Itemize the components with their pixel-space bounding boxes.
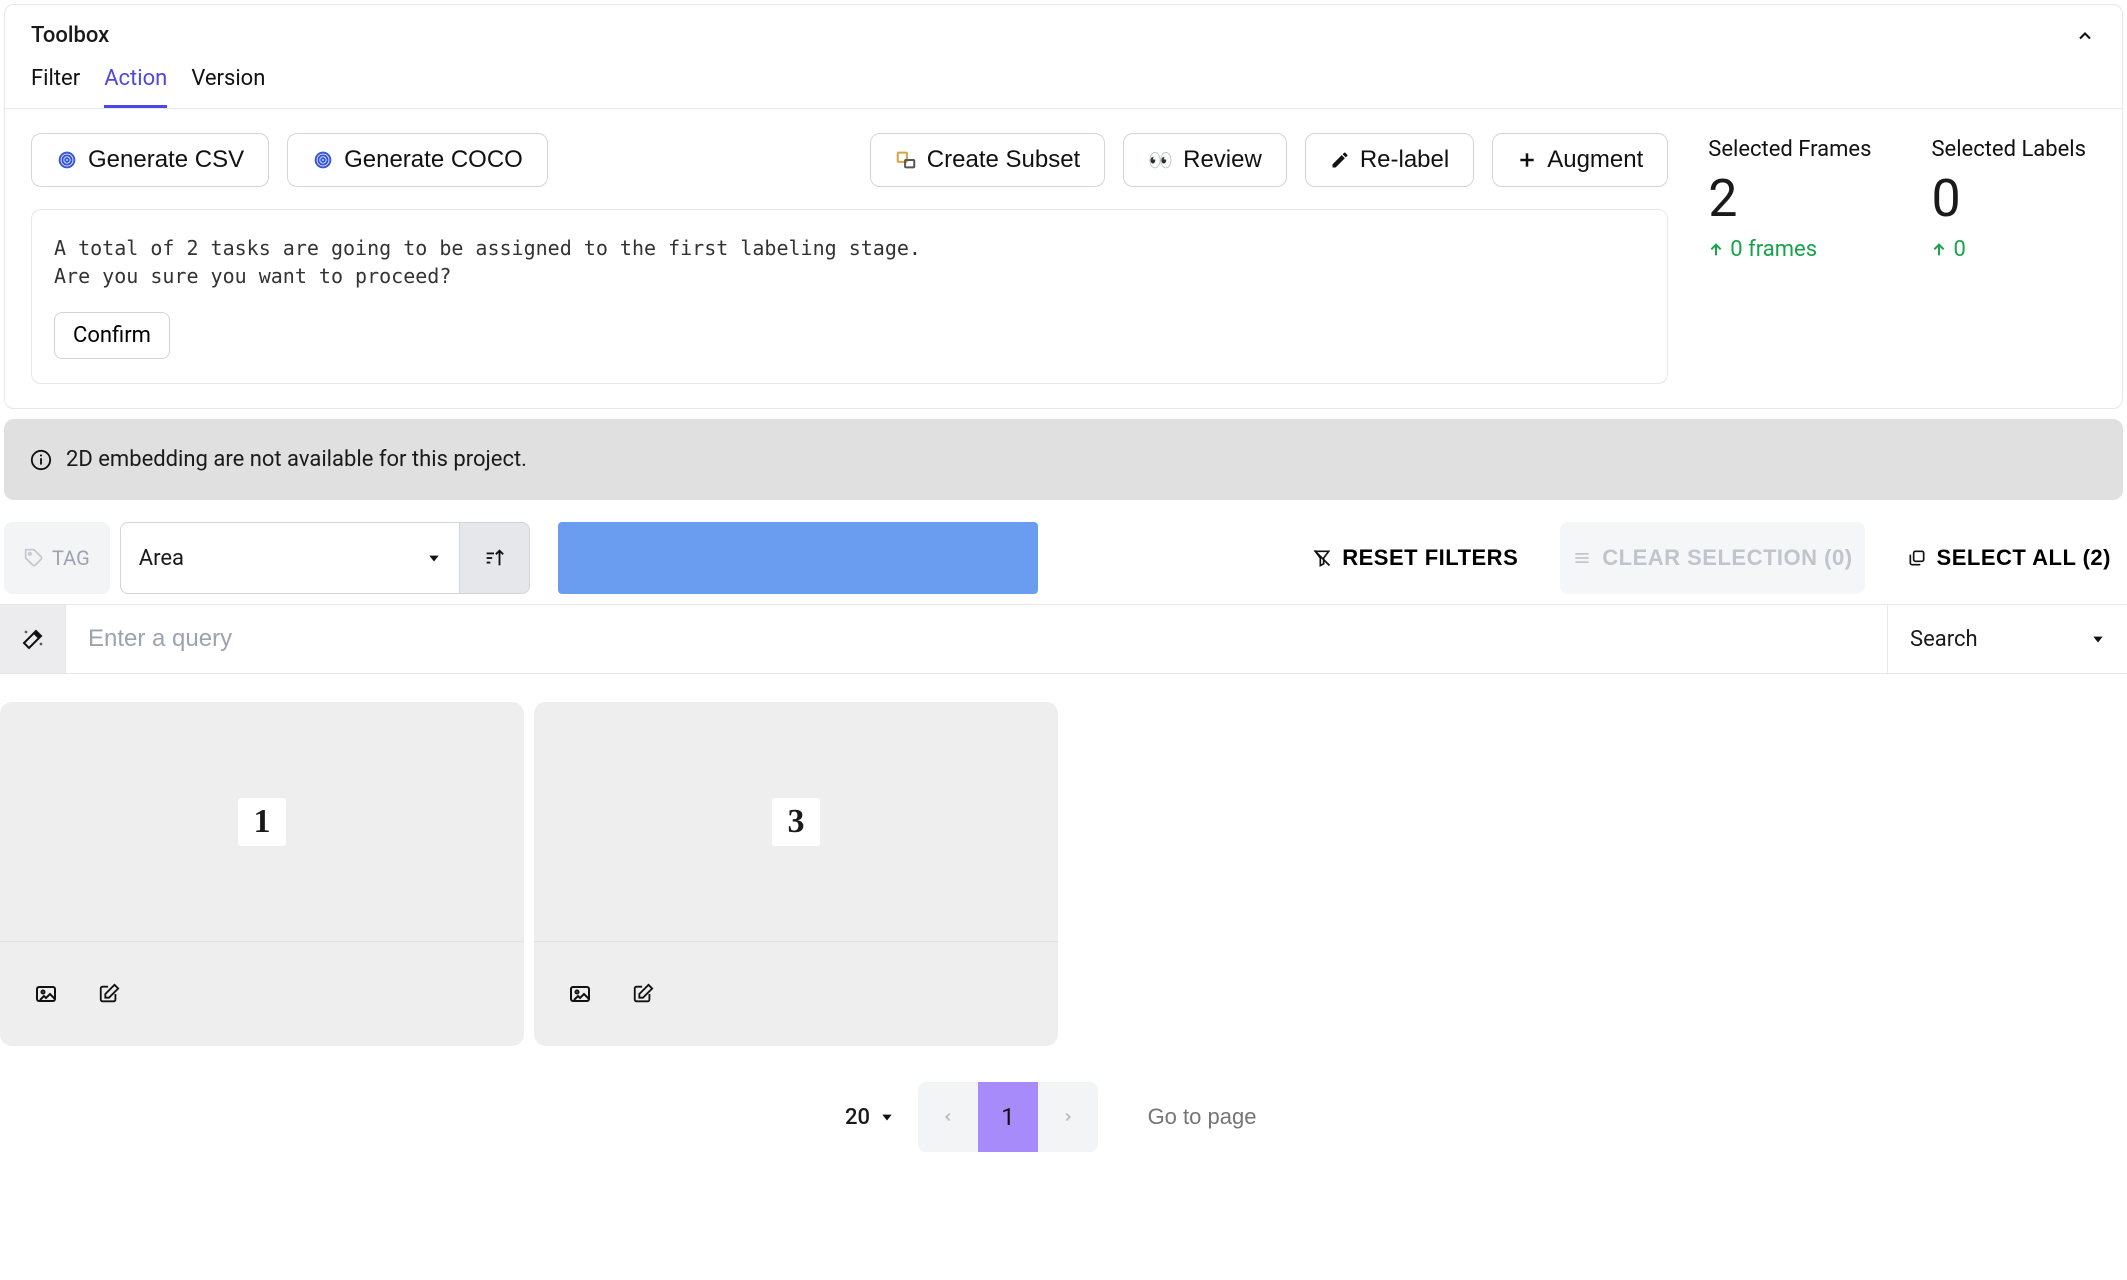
stat-labels-delta: 0 [1931, 237, 1965, 262]
confirm-button[interactable]: Confirm [54, 312, 170, 359]
caret-down-icon [880, 1110, 894, 1124]
search-mode-select[interactable]: Search [1887, 605, 2127, 673]
clear-selection-button: CLEAR SELECTION (0) [1560, 522, 1864, 594]
select-all-label: SELECT ALL (2) [1937, 545, 2111, 571]
tag-icon [24, 548, 44, 568]
page-number[interactable]: 1 [978, 1082, 1038, 1152]
toolbox-title: Toolbox [31, 23, 109, 48]
subset-icon [895, 149, 917, 171]
stat-labels: Selected Labels 0 0 [1931, 137, 2086, 262]
info-icon [30, 449, 52, 471]
confirmation-box: A total of 2 tasks are going to be assig… [31, 209, 1668, 384]
goto-page-input[interactable] [1122, 1104, 1282, 1130]
area-label: Area [139, 546, 184, 571]
spiral-icon [56, 149, 78, 171]
stat-frames-delta: 0 frames [1708, 237, 1817, 262]
result-card[interactable]: 1 [0, 702, 524, 1046]
tab-action[interactable]: Action [104, 66, 167, 108]
create-subset-label: Create Subset [927, 146, 1080, 174]
result-card[interactable]: 3 [534, 702, 1058, 1046]
info-banner: 2D embedding are not available for this … [4, 419, 2123, 500]
stat-frames: Selected Frames 2 0 frames [1708, 137, 1871, 262]
stats: Selected Frames 2 0 frames Selected Labe… [1708, 133, 2096, 262]
sort-button[interactable] [460, 522, 530, 594]
generate-csv-label: Generate CSV [88, 146, 244, 174]
stat-frames-label: Selected Frames [1708, 137, 1871, 162]
info-text: 2D embedding are not available for this … [66, 447, 527, 472]
toolbox-tabs: Filter Action Version [5, 56, 2122, 109]
prev-page-button[interactable] [918, 1082, 978, 1152]
search-mode-label: Search [1910, 627, 1978, 652]
pencil-icon [1330, 150, 1350, 170]
stat-labels-label: Selected Labels [1931, 137, 2086, 162]
reset-filters-button[interactable]: RESET FILTERS [1300, 522, 1530, 594]
eyes-icon: 👀 [1148, 148, 1173, 173]
pagination: 20 1 [0, 1070, 2127, 1192]
results-grid: 1 3 [0, 702, 2127, 1070]
generate-coco-button[interactable]: Generate COCO [287, 133, 548, 187]
tag-label: TAG [52, 546, 90, 570]
generate-csv-button[interactable]: Generate CSV [31, 133, 269, 187]
plus-icon [1517, 150, 1537, 170]
card-thumbnail: 1 [0, 702, 524, 942]
select-all-button[interactable]: SELECT ALL (2) [1895, 522, 2123, 594]
select-all-icon [1907, 548, 1927, 568]
relabel-label: Re-label [1360, 146, 1449, 174]
clear-selection-label: CLEAR SELECTION (0) [1602, 545, 1852, 571]
caret-down-icon [427, 551, 441, 565]
card-thumbnail: 3 [534, 702, 1058, 942]
area-select[interactable]: Area [120, 522, 460, 594]
search-bar: Search [0, 604, 2127, 674]
augment-button[interactable]: Augment [1492, 133, 1668, 187]
arrow-up-icon [1931, 242, 1947, 258]
caret-down-icon [2091, 632, 2105, 646]
arrow-up-icon [1708, 242, 1724, 258]
filter-off-icon [1312, 548, 1332, 568]
thumbnail-glyph: 3 [772, 798, 820, 846]
collapse-icon[interactable] [2074, 25, 2096, 47]
tab-filter[interactable]: Filter [31, 66, 80, 108]
tag-chip[interactable]: TAG [4, 522, 110, 594]
edit-icon[interactable] [98, 983, 120, 1005]
page-size-value: 20 [845, 1105, 870, 1130]
create-subset-button[interactable]: Create Subset [870, 133, 1105, 187]
clear-icon [1572, 548, 1592, 568]
stat-labels-value: 0 [1931, 170, 2086, 227]
edit-icon[interactable] [632, 983, 654, 1005]
range-bar[interactable] [558, 522, 1038, 594]
toolbox-panel: Toolbox Filter Action Version Generate C… [4, 4, 2123, 409]
pager: 1 [918, 1082, 1098, 1152]
confirmation-line1: A total of 2 tasks are going to be assig… [54, 234, 1645, 262]
magic-wand-icon [21, 627, 45, 651]
spiral-icon [312, 149, 334, 171]
relabel-button[interactable]: Re-label [1305, 133, 1474, 187]
search-input[interactable] [66, 605, 1887, 673]
tab-version[interactable]: Version [191, 66, 265, 108]
next-page-button[interactable] [1038, 1082, 1098, 1152]
stat-frames-value: 2 [1708, 170, 1871, 227]
review-button[interactable]: 👀 Review [1123, 133, 1287, 187]
review-label: Review [1183, 146, 1262, 174]
action-button-row: Generate CSV Generate COCO Create Subset [31, 133, 1668, 187]
image-icon[interactable] [34, 982, 58, 1006]
filter-bar: TAG Area RESET FILTERS CLEAR SELECTION (… [0, 514, 2127, 604]
generate-coco-label: Generate COCO [344, 146, 523, 174]
confirmation-line2: Are you sure you want to proceed? [54, 262, 1645, 290]
thumbnail-glyph: 1 [238, 798, 286, 846]
image-icon[interactable] [568, 982, 592, 1006]
reset-filters-label: RESET FILTERS [1342, 545, 1518, 571]
page-size-select[interactable]: 20 [845, 1105, 894, 1130]
magic-wand-button[interactable] [0, 605, 66, 673]
sort-icon [483, 547, 505, 569]
augment-label: Augment [1547, 146, 1643, 174]
